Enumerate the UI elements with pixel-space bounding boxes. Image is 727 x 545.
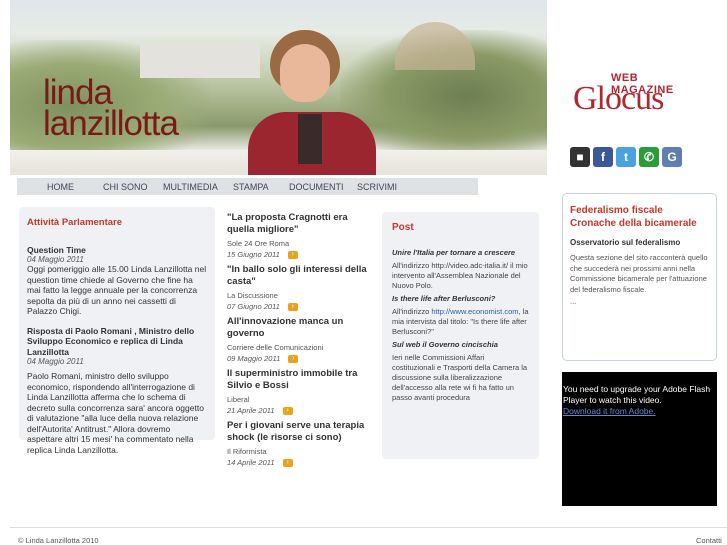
nav-scrivimi[interactable]: SCRIVIMI	[357, 182, 397, 192]
news-title[interactable]: Per i giovani serve una terapia shock (l…	[227, 420, 372, 443]
attivita-title[interactable]: Attività Parlamentare	[27, 217, 207, 228]
contatti-link[interactable]: Contatti	[696, 536, 722, 545]
attivita-item2-head[interactable]: Risposta di Paolo Romani , Ministro dell…	[27, 326, 207, 358]
copyright-text: © Linda Lanzillotta 2010	[18, 536, 99, 545]
economist-link[interactable]: http://www.economist.com	[431, 307, 518, 316]
news-date-row: 09 Maggio 2011 ›	[227, 354, 372, 363]
portrait-shirt	[298, 114, 322, 164]
post-box: Post Unire l'Italia per tornare a cresce…	[382, 212, 539, 459]
news-source: Il Riformista	[227, 447, 267, 456]
federalismo-box: Federalismo fiscale Cronache della bicam…	[562, 193, 717, 361]
attivita-item1-head[interactable]: Question Time	[27, 245, 207, 255]
chat-icon[interactable]: ✆	[639, 147, 659, 167]
federalismo-text: Questa sezione del sito racconterà quell…	[570, 253, 708, 294]
site-name-title[interactable]: linda lanzillotta	[43, 75, 179, 143]
name-line-2: lanzillotta	[43, 104, 179, 143]
attivita-item1-text: Oggi pomeriggio alle 15.00 Linda Lanzill…	[27, 264, 207, 316]
post-item3-head[interactable]: Sul web il Governo cincischia	[392, 340, 529, 349]
facebook-icon[interactable]: f	[593, 147, 613, 167]
flash-video-player[interactable]: You need to upgrade your Adobe Flash Pla…	[562, 372, 717, 506]
post-item2-text: All'indirizzo http://www.economist.com, …	[392, 307, 529, 337]
arrow-right-icon[interactable]: ›	[282, 406, 293, 415]
federalismo-title[interactable]: Federalismo fiscale Cronache della bicam…	[570, 204, 709, 230]
arrow-right-icon[interactable]: ›	[288, 354, 299, 363]
attivita-item2-date: 04 Maggio 2011	[27, 357, 84, 366]
adobe-download-link[interactable]: Download it from Adobe.	[563, 406, 716, 416]
news-source: Corriere delle Comunicazioni	[227, 343, 324, 352]
federalismo-more[interactable]: ...	[570, 297, 709, 308]
news-title[interactable]: "In ballo solo gli interessi della casta…	[227, 264, 372, 287]
main-nav: HOME CHI SONO MULTIMEDIA STAMPA DOCUMENT…	[17, 178, 478, 195]
attivita-item2-text: Paolo Romani, ministro dello sviluppo ec…	[27, 371, 204, 455]
news-source: La Discussione	[227, 291, 278, 300]
google-icon[interactable]: G	[662, 147, 682, 167]
attivita-parlamentare-box: Attività Parlamentare Question Time 04 M…	[19, 207, 215, 455]
news-date: 21 Aprile 2011	[227, 406, 275, 415]
post-item2-head[interactable]: Is there life after Berlusconi?	[392, 294, 529, 303]
footer-divider	[10, 527, 727, 528]
flash-upgrade-message: You need to upgrade your Adobe Flash Pla…	[563, 384, 711, 405]
news-title[interactable]: "La proposta Cragnotti era quella miglio…	[227, 212, 372, 235]
arrow-right-icon[interactable]: ›	[282, 458, 293, 467]
news-item: Il superministro immobile tra Silvio e B…	[227, 368, 372, 415]
nav-chi-sono[interactable]: CHI SONO	[103, 182, 148, 192]
news-date-row: 14 Aprile 2011 ›	[227, 458, 372, 467]
portrait-face	[280, 44, 330, 102]
news-date: 09 Maggio 2011	[227, 354, 281, 363]
arrow-right-icon[interactable]: ›	[287, 302, 298, 311]
news-item: "In ballo solo gli interessi della casta…	[227, 264, 372, 311]
post-item3-text: Ieri nelle Commissioni Affari costituzio…	[392, 353, 528, 402]
post-item2-pre: All'indirizzo	[392, 307, 432, 316]
news-date-row: 15 Giugno 2011 ›	[227, 250, 372, 259]
news-date-row: 07 Giugno 2011 ›	[227, 302, 372, 311]
nav-home[interactable]: HOME	[47, 182, 74, 192]
arrow-right-icon[interactable]: ›	[287, 250, 298, 259]
news-date: 14 Aprile 2011	[227, 458, 275, 467]
federalismo-subtitle: Osservatorio sul federalismo	[570, 238, 681, 247]
post-item1-text: All'indirizzo http://video.adc-italia.it…	[392, 261, 528, 290]
news-date-row: 21 Aprile 2011 ›	[227, 406, 372, 415]
nav-multimedia[interactable]: MULTIMEDIA	[163, 182, 218, 192]
news-item: Per i giovani serve una terapia shock (l…	[227, 420, 372, 467]
news-date: 07 Giugno 2011	[227, 302, 280, 311]
news-title[interactable]: Il superministro immobile tra Silvio e B…	[227, 368, 372, 391]
news-list: "La proposta Cragnotti era quella miglio…	[227, 212, 372, 472]
news-source: Sole 24 Ore Roma	[227, 239, 290, 248]
attivita-item1-date: 04 Maggio 2011	[27, 255, 84, 264]
banner-building	[140, 44, 260, 78]
post-item1-head[interactable]: Unire l'Italia per tornare a crescere	[392, 248, 529, 257]
news-title[interactable]: All'innovazione manca un governo	[227, 316, 372, 339]
portrait-photo	[248, 30, 388, 175]
delicious-icon[interactable]: ■	[570, 147, 590, 167]
news-item: "La proposta Cragnotti era quella miglio…	[227, 212, 372, 259]
news-date: 15 Giugno 2011	[227, 250, 280, 259]
news-source: Liberal	[227, 395, 250, 404]
nav-stampa[interactable]: STAMPA	[233, 182, 269, 192]
social-links: ■ f t ✆ G	[570, 147, 682, 167]
glocus-logo[interactable]: WEB MAGAZINE Glocus	[573, 72, 703, 117]
twitter-icon[interactable]: t	[616, 147, 636, 167]
logo-word: Glocus	[573, 80, 664, 117]
nav-documenti[interactable]: DOCUMENTI	[289, 182, 344, 192]
news-item: All'innovazione manca un governo Corrier…	[227, 316, 372, 363]
post-title[interactable]: Post	[392, 222, 529, 233]
